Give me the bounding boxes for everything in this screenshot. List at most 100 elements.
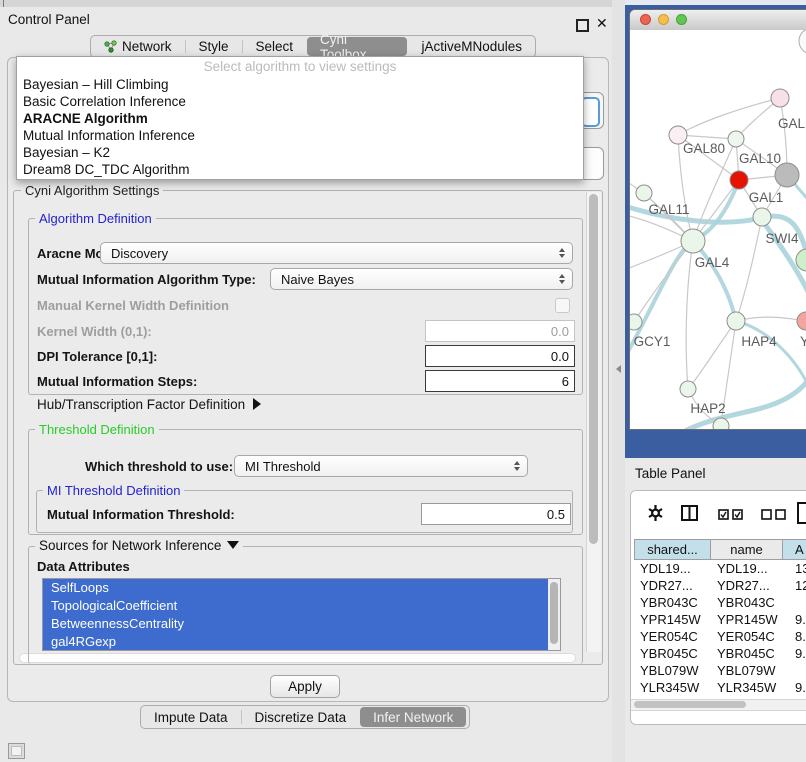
window-zoom-button[interactable] <box>676 14 687 25</box>
cell-value: 9. <box>795 645 806 662</box>
cell-name: YBR043C <box>717 594 775 611</box>
column-header-shared-name[interactable]: shared... <box>634 539 711 560</box>
algorithm-option-selected[interactable]: ARACNE Algorithm <box>17 110 583 127</box>
tab-select-label: Select <box>255 39 293 54</box>
columns-icon[interactable] <box>681 505 699 526</box>
network-node[interactable] <box>771 89 789 107</box>
table-row[interactable]: YBL079W YBL079W <box>634 662 806 679</box>
window-minimize-button[interactable] <box>658 14 669 25</box>
node-label: GCY1 <box>634 334 671 349</box>
divider-collapse-icon[interactable] <box>616 365 621 373</box>
threshold-definition-title: Threshold Definition <box>35 423 159 437</box>
apply-button[interactable]: Apply <box>270 675 340 698</box>
new-table-icon[interactable] <box>797 502 806 529</box>
sources-title-label: Sources for Network Inference <box>39 538 221 553</box>
table-panel-title: Table Panel <box>635 466 706 481</box>
network-node-swi4[interactable] <box>753 208 771 226</box>
tab-jactivemnodules[interactable]: jActiveMNodules <box>408 36 535 57</box>
mi-threshold-field[interactable]: 0.5 <box>421 503 571 525</box>
dpi-tolerance-field[interactable]: 0.0 <box>425 345 575 367</box>
cell-name: YLR345W <box>717 679 776 696</box>
mi-steps-value: 6 <box>562 374 569 389</box>
cell-shared-name: YBL079W <box>640 662 699 679</box>
manual-kernel-checkbox[interactable] <box>555 298 570 313</box>
algorithm-option[interactable]: Dream8 DC_TDC Algorithm <box>17 161 583 178</box>
table-row[interactable]: YLR345W YLR345W 9. <box>634 679 806 696</box>
network-node[interactable] <box>799 30 806 54</box>
dock-panel-icon[interactable] <box>8 743 25 759</box>
edge <box>736 321 806 385</box>
mi-type-select[interactable]: Naive Bayes <box>270 268 573 290</box>
table-row[interactable]: YBR043C YBR043C <box>634 594 806 611</box>
control-panel: Control Panel ✕ Network <box>0 0 612 762</box>
table-panel-box: shared... name A YDL19... YDL19... 13 YD… <box>630 490 806 725</box>
network-node[interactable] <box>713 418 729 430</box>
table-row[interactable]: YBR045C YBR045C 9. <box>634 645 806 662</box>
panel-divider[interactable] <box>612 0 625 762</box>
algorithm-option-label: Basic Correlation Inference <box>23 94 186 109</box>
node-label: GAL4 <box>695 255 730 270</box>
settings-vscrollbar[interactable] <box>586 192 601 652</box>
node-label: GAL1 <box>749 190 784 205</box>
mi-steps-field[interactable]: 6 <box>425 370 575 392</box>
gear-icon[interactable] <box>647 504 664 527</box>
which-threshold-select[interactable]: MI Threshold <box>234 455 528 477</box>
tab-style[interactable]: Style <box>185 36 241 57</box>
network-node-gal11[interactable] <box>636 185 652 201</box>
cell-shared-name: YDL19... <box>640 560 691 577</box>
select-all-checkboxes-icon[interactable] <box>718 508 744 526</box>
network-node[interactable] <box>775 163 799 187</box>
algorithm-option[interactable]: Bayesian – Hill Climbing <box>17 76 583 93</box>
network-node-gal10[interactable] <box>728 131 744 147</box>
table-row[interactable]: YDR27... YDR27... 12 <box>634 577 806 594</box>
table-row[interactable]: YDL19... YDL19... 13 <box>634 560 806 577</box>
tab-impute-data[interactable]: Impute Data <box>141 706 241 728</box>
network-node-gcy1[interactable] <box>630 314 642 330</box>
network-node-hap4[interactable] <box>727 312 745 330</box>
column-header-name[interactable]: name <box>711 539 783 560</box>
list-item[interactable]: SelfLoops <box>43 579 556 597</box>
deselect-all-checkboxes-icon[interactable] <box>761 508 787 526</box>
tab-select[interactable]: Select <box>242 36 306 57</box>
tab-network[interactable]: Network <box>91 36 185 57</box>
control-panel-title: Control Panel <box>8 12 90 27</box>
table-hscrollbar[interactable] <box>631 699 806 711</box>
list-vscrollbar-thumb[interactable] <box>550 582 558 644</box>
tab-cyni-toolbox[interactable]: Cyni Toolbox <box>307 37 407 56</box>
list-item[interactable]: gal4RGexp <box>43 633 556 651</box>
dpi-tolerance-value: 0.0 <box>551 349 569 364</box>
list-item[interactable]: BetweennessCentrality <box>43 615 556 633</box>
network-window-titlebar[interactable] <box>630 10 806 31</box>
algorithm-option[interactable]: Bayesian – K2 <box>17 144 583 161</box>
mi-threshold-group-title: MI Threshold Definition <box>43 484 184 498</box>
network-node-gal1[interactable] <box>730 171 748 189</box>
data-attributes-list[interactable]: SelfLoops TopologicalCoefficient Between… <box>42 578 561 651</box>
which-threshold-label: Which threshold to use: <box>85 459 233 474</box>
algorithm-option[interactable]: Mutual Information Inference <box>17 127 583 144</box>
kernel-width-label: Kernel Width (0,1): <box>37 324 152 339</box>
network-node-gal4[interactable] <box>681 229 705 253</box>
close-panel-icon[interactable]: ✕ <box>596 15 608 32</box>
manual-kernel-label: Manual Kernel Width Definition <box>37 298 229 313</box>
network-node[interactable] <box>797 312 806 330</box>
network-canvas[interactable]: GAL80 GAL10 GAL1 GAL11 SWI4 GAL4 GCY1 HA… <box>630 30 806 430</box>
window-close-button[interactable] <box>640 14 651 25</box>
settings-vscrollbar-thumb[interactable] <box>589 194 598 544</box>
float-panel-icon[interactable] <box>576 19 589 32</box>
sources-group-title[interactable]: Sources for Network Inference <box>35 539 243 553</box>
tab-infer-network[interactable]: Infer Network <box>360 707 466 727</box>
network-node-hap2[interactable] <box>680 381 696 397</box>
table-row[interactable]: YER054C YER054C 8. <box>634 628 806 645</box>
table-row[interactable]: YPR145W YPR145W 9. <box>634 611 806 628</box>
list-item[interactable]: TopologicalCoefficient <box>43 597 556 615</box>
list-vscrollbar[interactable] <box>548 579 560 650</box>
hub-definition-expander[interactable]: Hub/Transcription Factor Definition <box>37 397 261 412</box>
kernel-width-field[interactable]: 0.0 <box>425 320 575 342</box>
attribute-label: TopologicalCoefficient <box>51 598 177 613</box>
algorithm-option[interactable]: Basic Correlation Inference <box>17 93 583 110</box>
column-header-partial[interactable]: A <box>783 539 806 560</box>
dpi-tolerance-label: DPI Tolerance [0,1]: <box>37 349 157 364</box>
aracne-mode-select[interactable]: Discovery <box>100 242 573 264</box>
tab-discretize-data[interactable]: Discretize Data <box>242 706 360 728</box>
table-hscrollbar-thumb[interactable] <box>634 701 746 708</box>
